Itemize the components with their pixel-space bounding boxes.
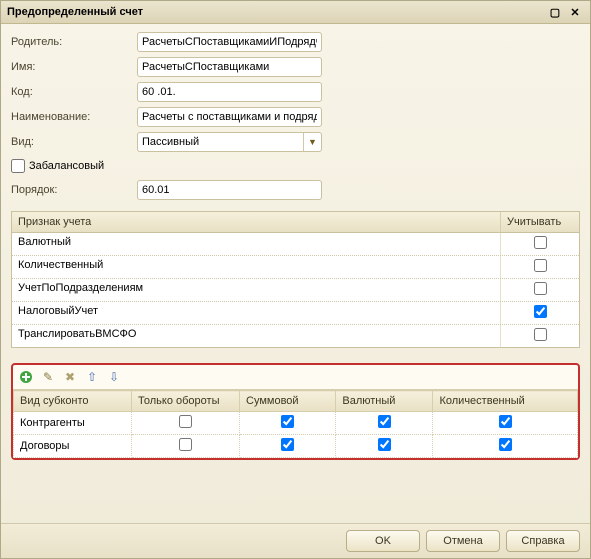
code-field[interactable] bbox=[137, 82, 322, 102]
kind-label: Вид: bbox=[11, 136, 131, 148]
prop-checkbox[interactable] bbox=[534, 305, 547, 318]
table-row: Количественный bbox=[12, 256, 579, 279]
edit-icon[interactable]: ✎ bbox=[39, 368, 57, 386]
code-label: Код: bbox=[11, 86, 131, 98]
desc-label: Наименование: bbox=[11, 111, 131, 123]
table-row: ТранслироватьВМСФО bbox=[12, 325, 579, 347]
cancel-button[interactable]: Отмена bbox=[426, 530, 500, 552]
prop-checkbox[interactable] bbox=[534, 282, 547, 295]
currency-checkbox[interactable] bbox=[378, 415, 391, 428]
parent-field[interactable] bbox=[137, 32, 322, 52]
sum-checkbox[interactable] bbox=[281, 415, 294, 428]
turnover-checkbox[interactable] bbox=[179, 438, 192, 451]
prop-checkbox[interactable] bbox=[534, 328, 547, 341]
maximize-icon[interactable]: ▢ bbox=[546, 4, 564, 20]
name-field[interactable] bbox=[137, 57, 322, 77]
page-title: Предопределенный счет bbox=[7, 6, 544, 18]
table-row: Контрагенты bbox=[14, 412, 578, 435]
order-field[interactable] bbox=[137, 180, 322, 200]
col-currency: Валютный bbox=[336, 391, 433, 412]
parent-label: Родитель: bbox=[11, 36, 131, 48]
col-turnover: Только обороты bbox=[132, 391, 240, 412]
subconto-panel: ✎ ✖ ⇧ ⇩ Вид субконто Только обороты Сумм… bbox=[11, 363, 580, 460]
turnover-checkbox[interactable] bbox=[179, 415, 192, 428]
qty-checkbox[interactable] bbox=[499, 438, 512, 451]
add-icon[interactable] bbox=[17, 368, 35, 386]
col-property: Признак учета bbox=[12, 212, 501, 232]
qty-checkbox[interactable] bbox=[499, 415, 512, 428]
delete-icon[interactable]: ✖ bbox=[61, 368, 79, 386]
prop-checkbox[interactable] bbox=[534, 236, 547, 249]
col-subconto-kind: Вид субконто bbox=[14, 391, 132, 412]
currency-checkbox[interactable] bbox=[378, 438, 391, 451]
offbalance-checkbox[interactable] bbox=[11, 159, 25, 173]
table-row: УчетПоПодразделениям bbox=[12, 279, 579, 302]
col-qty: Количественный bbox=[433, 391, 578, 412]
move-up-icon[interactable]: ⇧ bbox=[83, 368, 101, 386]
offbalance-label: Забалансовый bbox=[29, 160, 104, 172]
name-label: Имя: bbox=[11, 61, 131, 73]
close-icon[interactable]: ✕ bbox=[566, 4, 584, 20]
desc-field[interactable] bbox=[137, 107, 322, 127]
kind-select[interactable]: Пассивный bbox=[137, 132, 322, 152]
col-sum: Суммовой bbox=[240, 391, 336, 412]
table-row: Договоры bbox=[14, 435, 578, 458]
order-label: Порядок: bbox=[11, 184, 131, 196]
table-row: Валютный bbox=[12, 233, 579, 256]
table-row: НалоговыйУчет bbox=[12, 302, 579, 325]
sum-checkbox[interactable] bbox=[281, 438, 294, 451]
help-button[interactable]: Справка bbox=[506, 530, 580, 552]
prop-checkbox[interactable] bbox=[534, 259, 547, 272]
col-use: Учитывать bbox=[501, 212, 579, 232]
ok-button[interactable]: OK bbox=[346, 530, 420, 552]
move-down-icon[interactable]: ⇩ bbox=[105, 368, 123, 386]
properties-grid: Признак учета Учитывать Валютный Количес… bbox=[11, 211, 580, 348]
